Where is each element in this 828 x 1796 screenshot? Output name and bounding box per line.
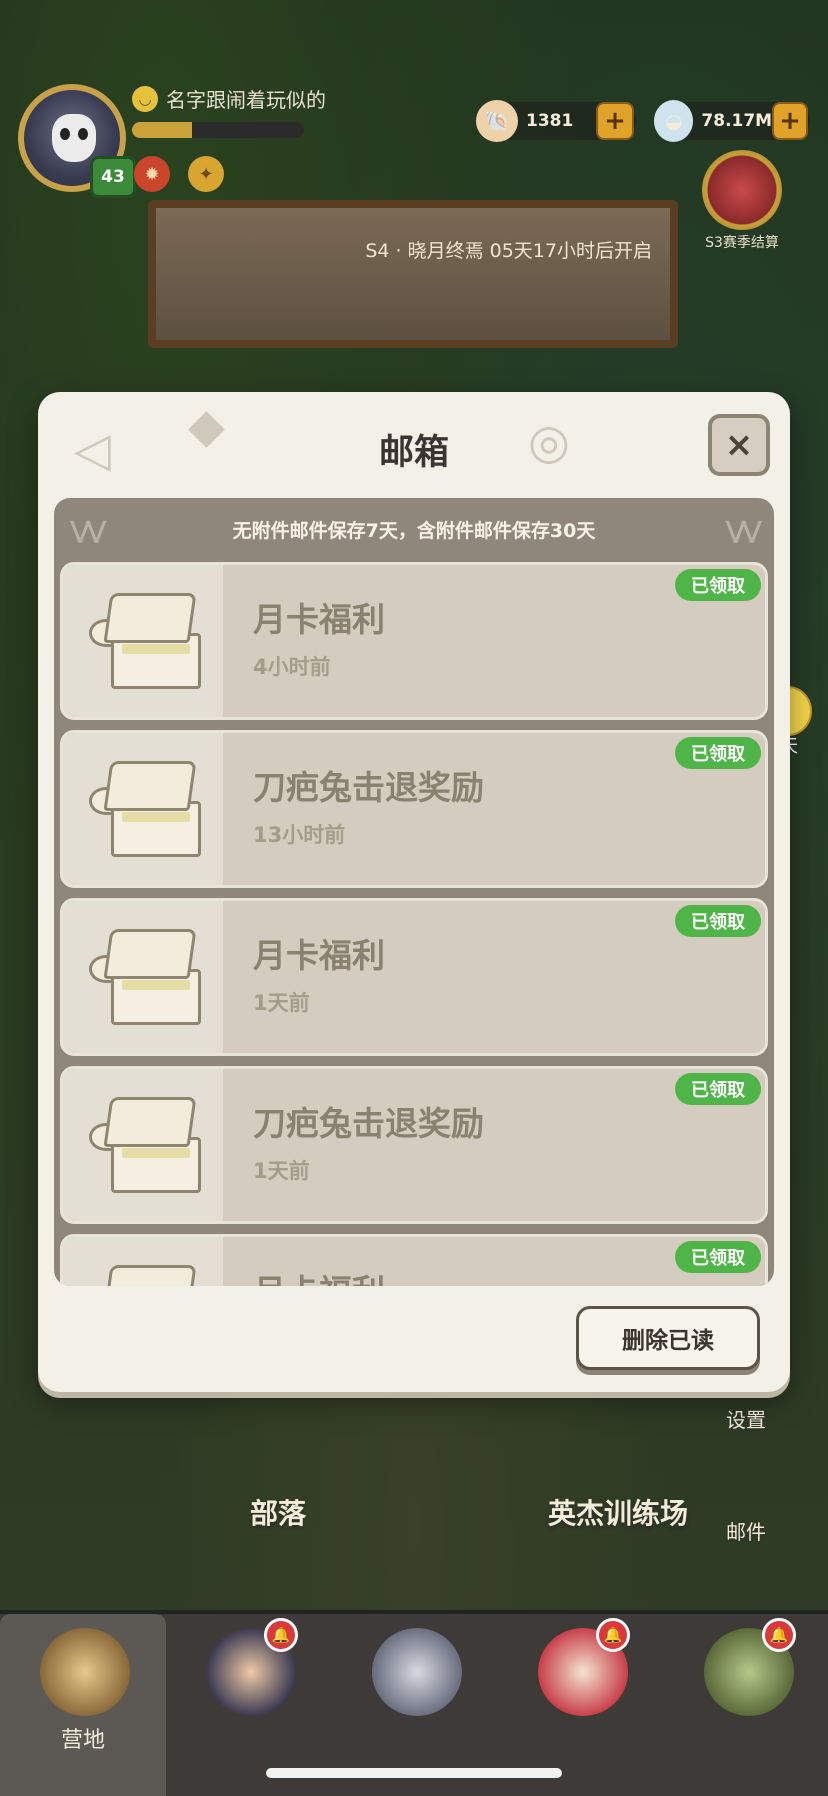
season-badge-label: S3赛季结算: [705, 235, 779, 251]
crown-crest-icon: [702, 150, 782, 230]
player-name-row: ◡ 名字跟闹着玩似的: [132, 84, 326, 113]
smiley-icon: ◡: [132, 85, 158, 112]
mail-item[interactable]: 月卡福利 4小时前 已领取: [60, 562, 768, 720]
bell-alert-icon: 🔔: [762, 1618, 796, 1652]
mail-item[interactable]: 刀疤兔击退奖励 1天前 已领取: [60, 1066, 768, 1224]
mail-title: 月卡福利: [253, 600, 385, 639]
add-shell-button[interactable]: +: [596, 102, 634, 140]
gem-currency: ◒ 78.17M +: [654, 100, 810, 142]
status-flame-icon[interactable]: ✹: [134, 156, 170, 192]
avatar-face-icon: [52, 114, 96, 162]
status-coin-icon[interactable]: ✦: [188, 156, 224, 192]
mail-title: 月卡福利: [253, 1265, 385, 1286]
close-button[interactable]: ×: [708, 414, 770, 476]
mail-thumbnail: [63, 1237, 223, 1286]
season-countdown: S4 · 晓月终焉 05天17小时后开启: [365, 240, 652, 262]
mail-title: 刀疤兔击退奖励: [253, 768, 484, 807]
chevron-left-icon: ⋁⋁: [70, 516, 107, 544]
mail-title: 月卡福利: [253, 936, 385, 975]
bell-alert-icon: 🔔: [596, 1618, 630, 1652]
bell-alert-icon: 🔔: [264, 1618, 298, 1652]
claimed-badge: 已领取: [675, 1073, 761, 1105]
mail-item[interactable]: 月卡福利 1天前 已领取: [60, 898, 768, 1056]
xp-bar-fill: [132, 122, 193, 138]
retention-notice-text: 无附件邮件保存7天，含附件邮件保存30天: [232, 519, 596, 542]
chest-icon: [89, 593, 205, 689]
mail-thumbnail: [63, 901, 223, 1053]
training-ground-label[interactable]: 英杰训练场: [548, 1492, 688, 1532]
mail-panel: ⋁⋁ 无附件邮件保存7天，含附件邮件保存30天 ⋁⋁ 月卡福利 4小时前 已领取…: [54, 498, 774, 1286]
mailbox-dialog: ◁ ◆ ◎ 邮箱 × ⋁⋁ 无附件邮件保存7天，含附件邮件保存30天 ⋁⋁ 月卡…: [38, 392, 790, 1392]
mail-item[interactable]: 月卡福利 已领取: [60, 1234, 768, 1286]
claimed-badge: 已领取: [675, 905, 761, 937]
chest-icon: [89, 1097, 205, 1193]
mail-list[interactable]: 月卡福利 4小时前 已领取 刀疤兔击退奖励 13小时前 已领取 月卡福利 1天前…: [60, 562, 768, 1286]
shell-currency: 🐚 1381 +: [476, 100, 636, 142]
home-indicator[interactable]: [266, 1768, 562, 1778]
shell-currency-icon: 🐚: [476, 100, 518, 142]
tab-camp[interactable]: 营地: [0, 1614, 166, 1796]
shell-currency-value: 1381: [526, 111, 574, 131]
mail-thumbnail: [63, 733, 223, 885]
dialog-title: 邮箱: [378, 433, 449, 473]
add-gem-button[interactable]: +: [772, 102, 808, 140]
camp-hut-icon: [40, 1628, 130, 1716]
gem-currency-icon: ◒: [654, 100, 694, 142]
weapon-axe-icon: [372, 1628, 462, 1716]
mail-item[interactable]: 刀疤兔击退奖励 13小时前 已领取: [60, 730, 768, 888]
gem-currency-value: 78.17M: [701, 111, 773, 131]
season-banner[interactable]: S4 · 晓月终焉 05天17小时后开启: [148, 200, 678, 348]
chest-icon: [89, 1265, 205, 1286]
chevron-right-icon: ⋁⋁: [725, 516, 763, 544]
chest-icon: [89, 761, 205, 857]
tab-label: 营地: [60, 1728, 105, 1753]
level-badge: 43: [90, 156, 136, 198]
claimed-badge: 已领取: [675, 569, 761, 601]
mail-time: 4小时前: [253, 655, 331, 679]
mail-time: 1天前: [253, 991, 310, 1015]
mail-time: 1天前: [253, 1159, 310, 1183]
xp-bar: [132, 122, 304, 138]
mail-label[interactable]: 邮件: [726, 1516, 766, 1545]
mail-time: 13小时前: [253, 823, 346, 847]
player-name: 名字跟闹着玩似的: [166, 88, 326, 112]
tab-tribe-chief[interactable]: 🔔: [664, 1614, 828, 1796]
chest-icon: [89, 929, 205, 1025]
retention-notice: ⋁⋁ 无附件邮件保存7天，含附件邮件保存30天 ⋁⋁: [54, 498, 774, 560]
tribe-label[interactable]: 部落: [250, 1492, 306, 1532]
claimed-badge: 已领取: [675, 737, 761, 769]
mail-thumbnail: [63, 1069, 223, 1221]
season-settlement-badge[interactable]: S3赛季结算: [690, 150, 794, 260]
delete-read-button[interactable]: 删除已读: [576, 1306, 760, 1370]
mail-title: 刀疤兔击退奖励: [253, 1104, 484, 1143]
claimed-badge: 已领取: [675, 1241, 761, 1273]
settings-label[interactable]: 设置: [726, 1404, 766, 1433]
mail-thumbnail: [63, 565, 223, 717]
